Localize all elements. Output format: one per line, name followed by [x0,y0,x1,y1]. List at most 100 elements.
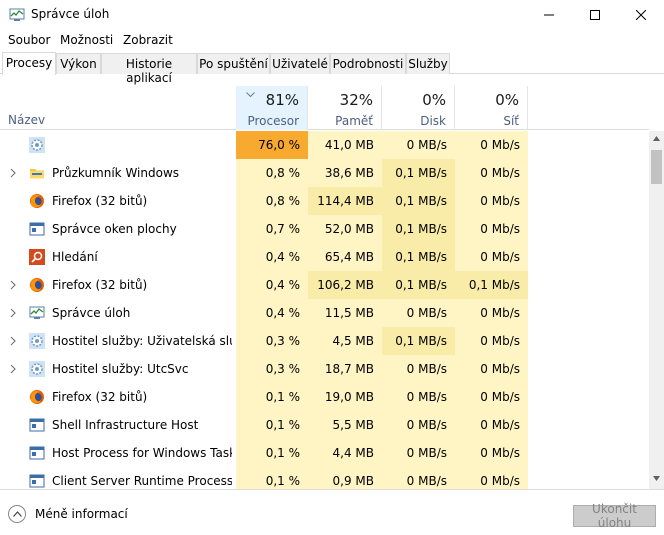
network-cell: 0,1 Mb/s [455,271,528,299]
taskmgr-icon [29,305,45,321]
col-mem-label: Paměť [335,114,373,128]
col-name-label[interactable]: Název [8,113,45,127]
memory-cell: 4,4 MB [308,439,382,467]
tab-services[interactable]: Služby [406,53,450,74]
cpu-cell: 0,8 % [236,187,308,215]
process-row[interactable]: Client Server Runtime Process 0,1 % 0,9 MB… [0,467,649,489]
minimize-icon [544,14,554,16]
memory-cell: 41,0 MB [308,131,382,159]
process-name: Hostitel služby: UtcSvc [52,362,189,376]
menu-view[interactable]: Zobrazit [123,33,173,47]
col-disk-label: Disk [420,114,446,128]
tab-processes[interactable]: Procesy [2,52,56,75]
process-row[interactable]: Hostitel služby: UtcSvc 0,3 % 18,7 MB 0 MB/… [0,355,649,383]
memory-cell: 4,5 MB [308,327,382,355]
chevron-up-icon [8,505,26,523]
gear-icon [29,137,45,153]
process-row[interactable]: Správce úloh 0,4 % 11,5 MB 0 MB/s 0 Mb/s [0,299,649,327]
chevron-right-icon[interactable] [8,167,18,179]
cpu-cell: 0,1 % [236,439,308,467]
network-cell: 0 Mb/s [455,243,528,271]
network-cell: 0 Mb/s [455,439,528,467]
chevron-right-icon[interactable] [8,335,18,347]
col-mem-header[interactable]: 32% Paměť [308,86,382,130]
end-task-button[interactable]: Ukončit úlohu [573,502,656,530]
process-row[interactable]: Průzkumník Windows 0,8 % 38,6 MB 0,1 MB/s 0 … [0,159,649,187]
process-row[interactable]: Firefox (32 bitů) 0,1 % 19,0 MB 0 MB/s 0 Mb/… [0,383,649,411]
process-name: Client Server Runtime Process [52,474,232,488]
col-net-pct: 0% [495,91,519,109]
memory-cell: 18,7 MB [308,355,382,383]
maximize-icon [590,10,600,20]
close-icon [636,10,646,20]
memory-cell: 5,5 MB [308,411,382,439]
disk-cell: 0 MB/s [382,355,455,383]
scroll-down-icon[interactable] [653,476,660,481]
gear-icon [29,333,45,349]
cpu-cell: 0,8 % [236,159,308,187]
col-cpu-label: Procesor [247,114,299,128]
process-row[interactable]: Host Process for Windows Tasks 0,1 % 4,4 M… [0,439,649,467]
tab-startup[interactable]: Po spuštění [197,53,270,74]
tab-performance[interactable]: Výkon [56,53,101,74]
scroll-up-icon[interactable] [653,136,660,141]
disk-cell: 0 MB/s [382,411,455,439]
disk-cell: 0,1 MB/s [382,159,455,187]
process-row[interactable]: Firefox (32 bitů) 0,4 % 106,2 MB 0,1 MB/s 0,… [0,271,649,299]
network-cell: 0 Mb/s [455,383,528,411]
process-row[interactable]: Hostitel služby: Uživatelská služ... 0,3 … [0,327,649,355]
col-disk-pct: 0% [422,91,446,109]
menu-options[interactable]: Možnosti [60,33,113,47]
network-cell: 0 Mb/s [455,355,528,383]
process-row[interactable]: Firefox (32 bitů) 0,8 % 114,4 MB 0,1 MB/s 0 … [0,187,649,215]
process-row[interactable]: Hledání 0,4 % 65,4 MB 0,1 MB/s 0 Mb/s [0,243,649,271]
scrollbar-thumb[interactable] [651,150,662,184]
search-icon [29,249,45,265]
disk-cell: 0 MB/s [382,131,455,159]
network-cell: 0 Mb/s [455,215,528,243]
process-name: Správce úloh [52,306,131,320]
folder-icon [29,165,45,181]
tab-strip: Procesy Výkon Historie aplikací Po spušt… [0,52,664,85]
disk-cell: 0,1 MB/s [382,271,455,299]
process-name: Host Process for Windows Tasks [52,446,232,460]
column-header: Název 81% Procesor 32% Paměť 0% Disk 0% … [0,86,649,130]
sort-descending-icon [246,92,255,98]
disk-cell: 0,1 MB/s [382,215,455,243]
process-row[interactable]: 76,0 % 41,0 MB 0 MB/s 0 Mb/s [0,131,649,159]
task-manager-icon [9,8,25,21]
cpu-cell: 0,1 % [236,467,308,489]
disk-cell: 0,1 MB/s [382,187,455,215]
vertical-scrollbar[interactable] [649,131,664,489]
col-disk-header[interactable]: 0% Disk [382,86,455,130]
maximize-button[interactable] [572,0,618,30]
tab-users[interactable]: Uživatelé [270,53,330,74]
chevron-right-icon[interactable] [8,279,18,291]
process-name: Správce oken plochy [52,222,177,236]
tab-details[interactable]: Podrobnosti [330,53,406,74]
process-row[interactable]: Shell Infrastructure Host 0,1 % 5,5 MB 0 MB… [0,411,649,439]
close-button[interactable] [618,0,664,30]
menu-bar: Soubor Možnosti Zobrazit [0,30,664,50]
memory-cell: 19,0 MB [308,383,382,411]
col-net-header[interactable]: 0% Síť [455,86,528,130]
chevron-right-icon[interactable] [8,363,18,375]
cpu-cell: 0,3 % [236,327,308,355]
process-row[interactable]: Správce oken plochy 0,7 % 52,0 MB 0,1 MB/s 0… [0,215,649,243]
chevron-right-icon[interactable] [8,307,18,319]
network-cell: 0 Mb/s [455,187,528,215]
window-icon [29,445,45,461]
minimize-button[interactable] [526,0,572,30]
tab-app-history[interactable]: Historie aplikací [101,53,197,85]
fewer-details-label: Méně informací [35,507,128,521]
memory-cell: 11,5 MB [308,299,382,327]
process-name: Shell Infrastructure Host [52,418,199,432]
disk-cell: 0,1 MB/s [382,327,455,355]
memory-cell: 114,4 MB [308,187,382,215]
gear-icon [29,361,45,377]
disk-cell: 0 MB/s [382,383,455,411]
fewer-details-button[interactable]: Méně informací [8,504,128,524]
disk-cell: 0 MB/s [382,299,455,327]
menu-file[interactable]: Soubor [8,33,50,47]
memory-cell: 52,0 MB [308,215,382,243]
